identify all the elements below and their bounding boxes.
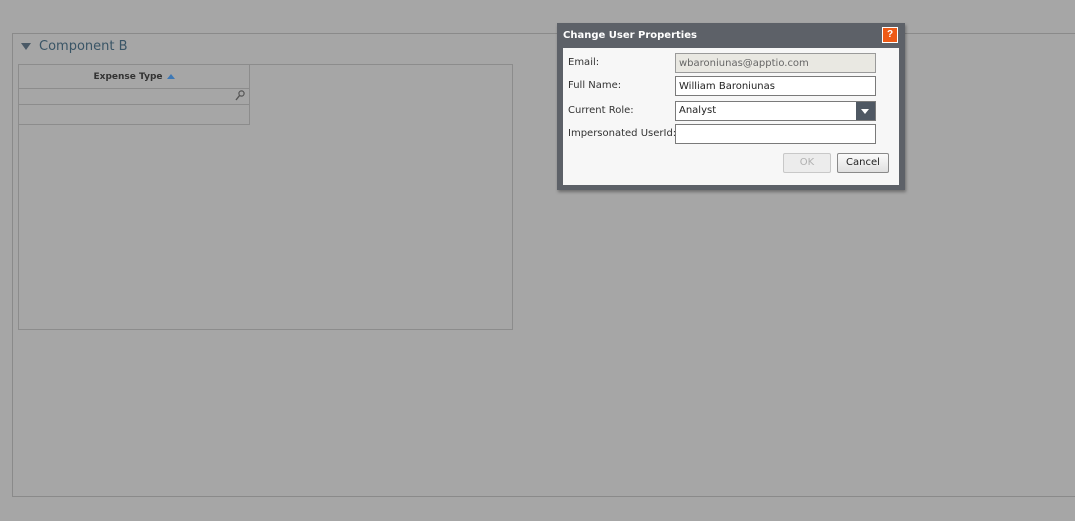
current-role-label: Current Role: (568, 105, 634, 116)
table-row[interactable] (19, 105, 249, 125)
dropdown-button[interactable] (856, 102, 875, 120)
email-row: Email: (563, 53, 899, 73)
current-role-value: Analyst (679, 105, 717, 116)
full-name-label: Full Name: (568, 80, 622, 91)
impersonated-userid-field[interactable] (675, 124, 876, 144)
impersonated-userid-label: Impersonated UserId: (568, 128, 677, 139)
panel-title: Component B (39, 38, 128, 54)
component-panel: Component B Expense Type (12, 33, 1075, 497)
collapse-arrow-icon[interactable] (21, 42, 31, 50)
sort-ascending-icon (166, 74, 175, 79)
full-name-row: Full Name: (563, 76, 899, 96)
change-user-properties-dialog: Change User Properties ? Email: Full Nam… (557, 23, 905, 190)
ok-button[interactable]: OK (783, 153, 831, 173)
search-icon (235, 90, 245, 101)
impersonated-userid-row: Impersonated UserId: (563, 124, 899, 144)
panel-header: Component B (21, 36, 128, 56)
help-icon[interactable]: ? (882, 27, 898, 43)
dialog-title: Change User Properties (563, 29, 697, 41)
page: Component B Expense Type Change User Pro… (0, 0, 1075, 521)
current-role-row: Current Role: Analyst (563, 101, 899, 121)
data-grid: Expense Type (18, 64, 513, 330)
email-label: Email: (568, 57, 600, 68)
cancel-button[interactable]: Cancel (837, 153, 889, 173)
dialog-titlebar[interactable]: Change User Properties ? (557, 23, 905, 47)
current-role-select[interactable]: Analyst (675, 101, 876, 121)
chevron-down-icon (861, 109, 869, 114)
column-header-expense-type[interactable]: Expense Type (19, 65, 249, 89)
dialog-body: Email: Full Name: Current Role: Analyst … (563, 48, 899, 185)
full-name-field[interactable] (675, 76, 876, 96)
email-field (675, 53, 876, 73)
column-filter-input[interactable] (19, 89, 249, 105)
column-header-label: Expense Type (93, 71, 163, 82)
grid-table: Expense Type (19, 65, 250, 125)
